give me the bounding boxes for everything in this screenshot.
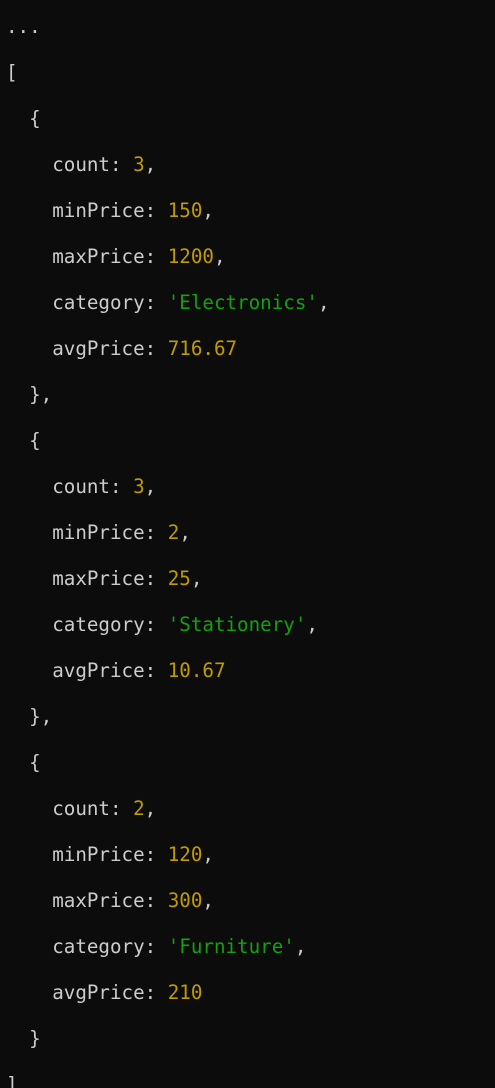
record-2-maxprice: maxPrice: 300, xyxy=(52,889,214,912)
record-2-minprice: minPrice: 120, xyxy=(52,843,214,866)
record-1-minprice: minPrice: 2, xyxy=(52,521,191,544)
record-0-open: { xyxy=(6,107,41,130)
record-1-open: { xyxy=(6,429,41,452)
record-1-maxprice: maxPrice: 25, xyxy=(52,567,203,590)
record-1-count: count: 3, xyxy=(52,475,157,498)
record-0-maxprice: maxPrice: 1200, xyxy=(52,245,226,268)
record-0-count: count: 3, xyxy=(52,153,157,176)
record-0-category: category: 'Electronics', xyxy=(52,291,330,314)
record-1-close: }, xyxy=(6,705,53,728)
record-2-avgprice: avgPrice: 210 xyxy=(52,981,203,1004)
record-0-minprice: minPrice: 150, xyxy=(52,199,214,222)
record-2-category: category: 'Furniture', xyxy=(52,935,307,958)
ellipsis-line: ... xyxy=(6,15,41,38)
open-bracket: [ xyxy=(6,61,18,84)
record-1-category: category: 'Stationery', xyxy=(52,613,318,636)
record-2-close: } xyxy=(6,1027,41,1050)
record-1-avgprice: avgPrice: 10.67 xyxy=(52,659,226,682)
record-0-avgprice: avgPrice: 716.67 xyxy=(52,337,238,360)
record-2-count: count: 2, xyxy=(52,797,157,820)
record-2-open: { xyxy=(6,751,41,774)
terminal-output: ... [ { count: 3, minPrice: 150, maxPric… xyxy=(6,0,495,1088)
record-0-close: }, xyxy=(6,383,53,406)
close-bracket: ] xyxy=(6,1073,18,1088)
